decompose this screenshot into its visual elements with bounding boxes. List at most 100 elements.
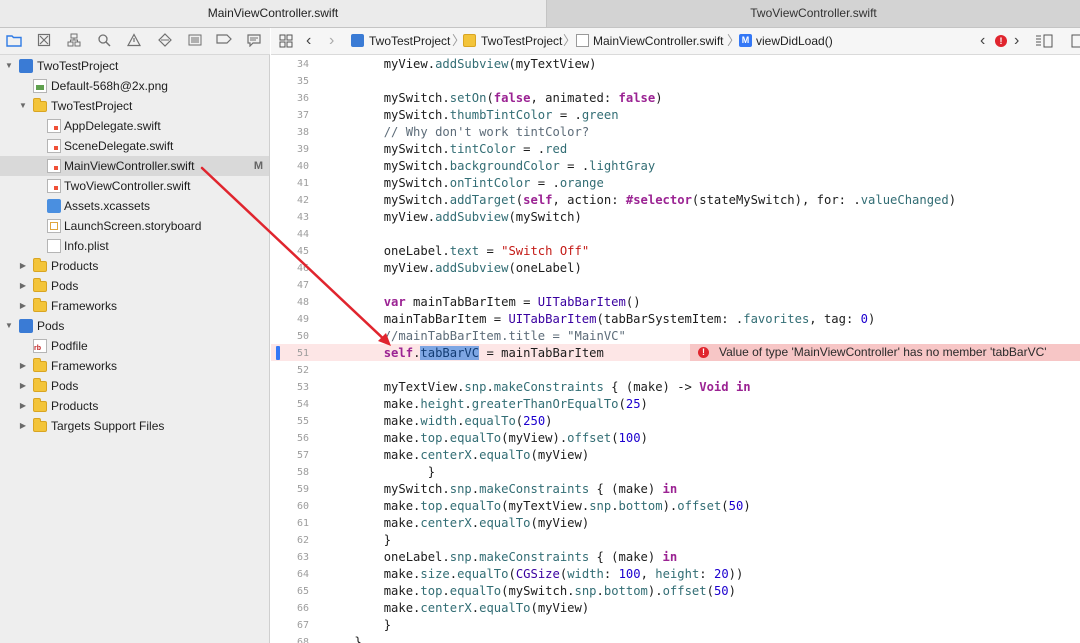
- tree-item-assets[interactable]: Assets.xcassets: [0, 196, 269, 216]
- code-line[interactable]: }: [325, 532, 391, 549]
- line-number[interactable]: 59: [271, 481, 309, 498]
- tree-item-launchscreen[interactable]: LaunchScreen.storyboard: [0, 216, 269, 236]
- disclosure-open-icon[interactable]: ▼: [4, 316, 14, 336]
- tree-item-targets-support-files[interactable]: ▶ Targets Support Files: [0, 416, 269, 436]
- line-number[interactable]: 38: [271, 124, 309, 141]
- code-line[interactable]: var mainTabBarItem = UITabBarItem(): [325, 294, 641, 311]
- tree-item-frameworks[interactable]: ▶ Frameworks: [0, 296, 269, 316]
- code-line[interactable]: myView.addSubview(myTextView): [325, 56, 597, 73]
- code-line[interactable]: mySwitch.snp.makeConstraints { (make) in: [325, 481, 678, 498]
- line-number[interactable]: 63: [271, 549, 309, 566]
- tree-item-pods-project[interactable]: ▼ Pods: [0, 316, 269, 336]
- line-number[interactable]: 46: [271, 260, 309, 277]
- line-number[interactable]: 49: [271, 311, 309, 328]
- tree-item-pods-pods[interactable]: ▶ Pods: [0, 376, 269, 396]
- disclosure-closed-icon[interactable]: ▶: [18, 296, 28, 316]
- code-line[interactable]: mySwitch.addTarget(self, action: #select…: [325, 192, 956, 209]
- code-line[interactable]: make.top.equalTo(myView).offset(100): [325, 430, 648, 447]
- code-line[interactable]: make.size.equalTo(CGSize(width: 100, hei…: [325, 566, 744, 583]
- tree-item-mainviewcontroller[interactable]: MainViewController.swift M: [0, 156, 269, 176]
- debug-icon[interactable]: [187, 33, 203, 49]
- breadcrumb-group[interactable]: TwoTestProject: [481, 28, 562, 54]
- breakpoint-icon[interactable]: [216, 33, 232, 49]
- tree-item-appdelegate[interactable]: AppDelegate.swift: [0, 116, 269, 136]
- breadcrumb-project[interactable]: TwoTestProject: [369, 28, 450, 54]
- line-number[interactable]: 51: [271, 345, 309, 362]
- tab-twoviewcontroller[interactable]: TwoViewController.swift: [547, 0, 1080, 27]
- line-number[interactable]: 68: [271, 634, 309, 643]
- tree-item-twotestproject[interactable]: ▼ TwoTestProject: [0, 56, 269, 76]
- line-number[interactable]: 50: [271, 328, 309, 345]
- code-line[interactable]: make.centerX.equalTo(myView): [325, 515, 590, 532]
- code-line[interactable]: mySwitch.backgroundColor = .lightGray: [325, 158, 656, 175]
- back-chevron-icon[interactable]: ‹: [306, 28, 311, 54]
- line-number[interactable]: 65: [271, 583, 309, 600]
- code-line[interactable]: self.tabBarVC = mainTabBarItem: [325, 345, 604, 362]
- forward-chevron-icon[interactable]: ›: [329, 28, 334, 54]
- warning-icon[interactable]: [126, 33, 142, 49]
- line-number[interactable]: 61: [271, 515, 309, 532]
- code-line[interactable]: oneLabel.text = "Switch Off": [325, 243, 590, 260]
- tree-item-pods-group[interactable]: ▶ Pods: [0, 276, 269, 296]
- line-number[interactable]: 62: [271, 532, 309, 549]
- tree-item-podfile[interactable]: Podfile: [0, 336, 269, 356]
- breadcrumb-method[interactable]: viewDidLoad(): [756, 28, 833, 54]
- error-annotation[interactable]: ! Value of type 'MainViewController' has…: [690, 344, 1080, 361]
- code-line[interactable]: //mainTabBarItem.title = "MainVC": [325, 328, 626, 345]
- report-icon[interactable]: [246, 33, 262, 49]
- error-indicator-icon[interactable]: !: [995, 35, 1007, 47]
- code-line[interactable]: mySwitch.setOn(false, animated: false): [325, 90, 663, 107]
- code-line[interactable]: make.width.equalTo(250): [325, 413, 553, 430]
- code-line[interactable]: myTextView.snp.makeConstraints { (make) …: [325, 379, 751, 396]
- code-line[interactable]: }: [325, 464, 435, 481]
- tree-item-pods-products[interactable]: ▶ Products: [0, 396, 269, 416]
- code-line[interactable]: make.height.greaterThanOrEqualTo(25): [325, 396, 648, 413]
- line-number[interactable]: 64: [271, 566, 309, 583]
- disclosure-closed-icon[interactable]: ▶: [18, 256, 28, 276]
- minimap-toggle-icon[interactable]: [1035, 28, 1053, 54]
- disclosure-closed-icon[interactable]: ▶: [18, 356, 28, 376]
- code-line[interactable]: make.centerX.equalTo(myView): [325, 600, 590, 617]
- code-line[interactable]: myView.addSubview(mySwitch): [325, 209, 582, 226]
- tree-item-scenedelegate[interactable]: SceneDelegate.swift: [0, 136, 269, 156]
- related-items-icon[interactable]: [279, 28, 293, 54]
- tree-item-products[interactable]: ▶ Products: [0, 256, 269, 276]
- line-number[interactable]: 66: [271, 600, 309, 617]
- line-number[interactable]: 39: [271, 141, 309, 158]
- line-number[interactable]: 35: [271, 73, 309, 90]
- line-number[interactable]: 54: [271, 396, 309, 413]
- code-line[interactable]: // Why don't work tintColor?: [325, 124, 589, 141]
- code-line[interactable]: mySwitch.tintColor = .red: [325, 141, 567, 158]
- code-line[interactable]: make.centerX.equalTo(myView): [325, 447, 590, 464]
- disclosure-open-icon[interactable]: ▼: [18, 96, 28, 116]
- previous-issue-icon[interactable]: ‹: [980, 28, 985, 54]
- line-number[interactable]: 52: [271, 362, 309, 379]
- line-number[interactable]: 60: [271, 498, 309, 515]
- disclosure-closed-icon[interactable]: ▶: [18, 376, 28, 396]
- code-line[interactable]: mainTabBarItem = UITabBarItem(tabBarSyst…: [325, 311, 876, 328]
- tree-item-twotestproject-group[interactable]: ▼ TwoTestProject: [0, 96, 269, 116]
- disclosure-closed-icon[interactable]: ▶: [18, 416, 28, 436]
- line-number[interactable]: 40: [271, 158, 309, 175]
- line-number[interactable]: 43: [271, 209, 309, 226]
- line-number[interactable]: 45: [271, 243, 309, 260]
- breadcrumb-file[interactable]: MainViewController.swift: [593, 28, 724, 54]
- tree-item-twoviewcontroller[interactable]: TwoViewController.swift: [0, 176, 269, 196]
- source-control-icon[interactable]: [36, 33, 52, 49]
- folder-icon[interactable]: [6, 33, 22, 49]
- line-number[interactable]: 55: [271, 413, 309, 430]
- editor-split-icon[interactable]: [1071, 28, 1080, 54]
- disclosure-closed-icon[interactable]: ▶: [18, 396, 28, 416]
- code-line[interactable]: oneLabel.snp.makeConstraints { (make) in: [325, 549, 678, 566]
- test-icon[interactable]: [157, 33, 173, 49]
- line-number[interactable]: 42: [271, 192, 309, 209]
- disclosure-closed-icon[interactable]: ▶: [18, 276, 28, 296]
- tree-item-default-png[interactable]: Default-568h@2x.png: [0, 76, 269, 96]
- next-issue-icon[interactable]: ›: [1014, 28, 1019, 54]
- code-line[interactable]: myView.addSubview(oneLabel): [325, 260, 582, 277]
- line-number[interactable]: 48: [271, 294, 309, 311]
- code-line[interactable]: mySwitch.thumbTintColor = .green: [325, 107, 619, 124]
- code-line[interactable]: }: [325, 634, 361, 643]
- line-number[interactable]: 34: [271, 56, 309, 73]
- code-line[interactable]: make.top.equalTo(myTextView.snp.bottom).…: [325, 498, 751, 515]
